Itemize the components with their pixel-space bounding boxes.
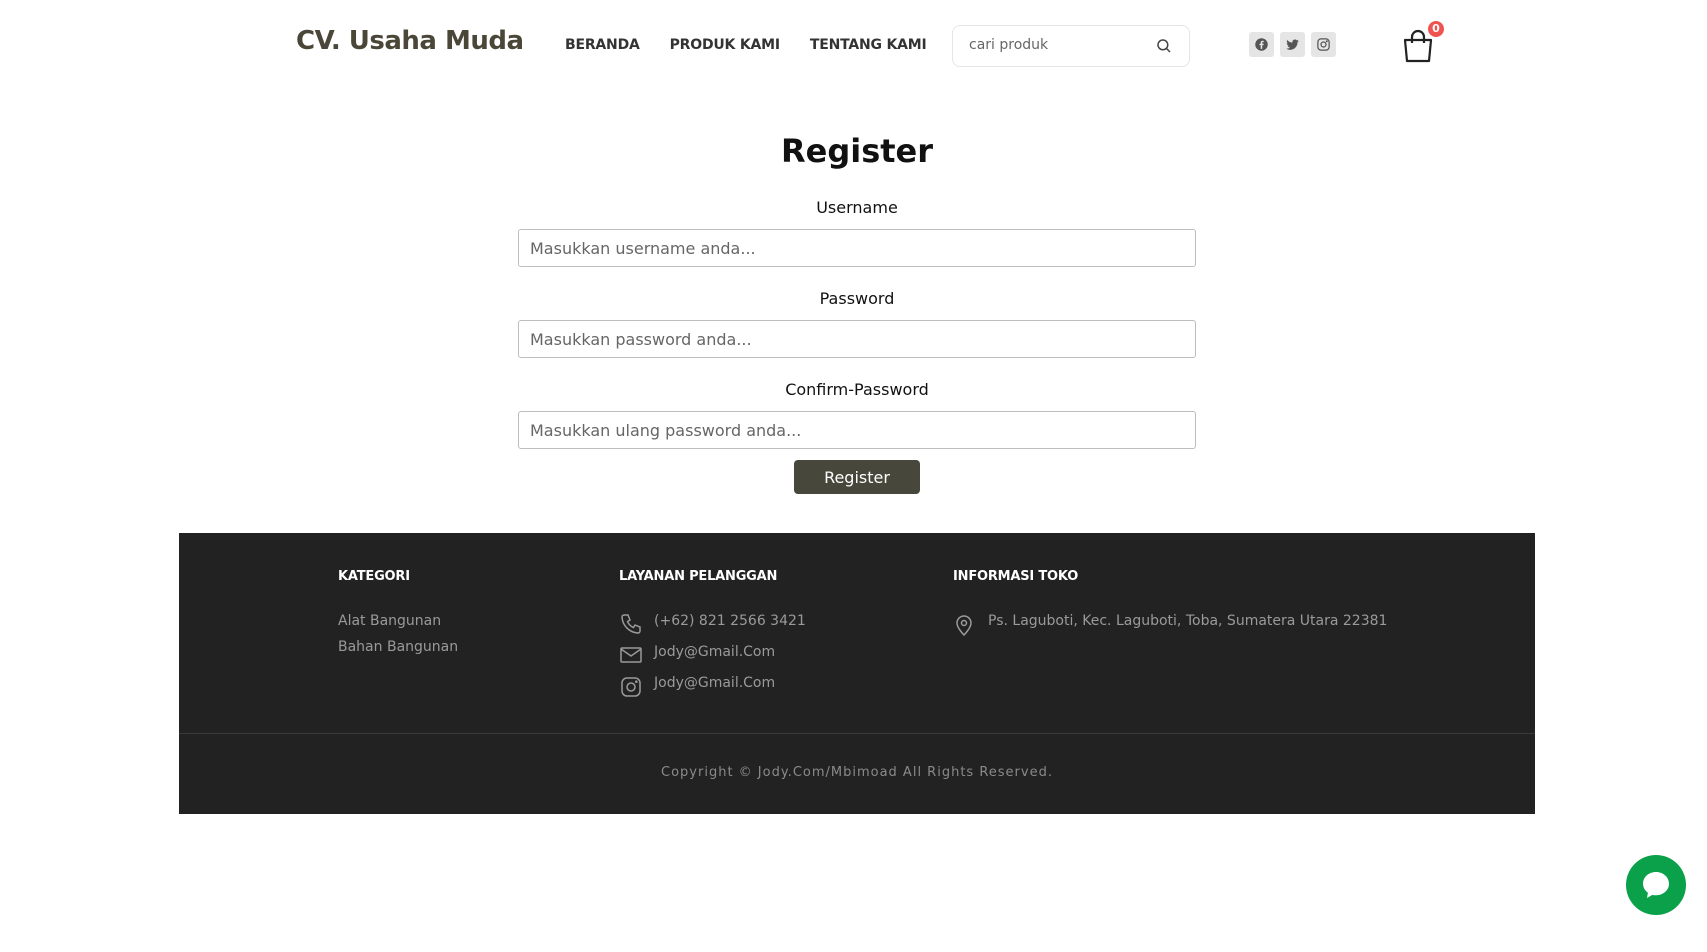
- social-links: [1249, 32, 1342, 57]
- password-label: Password: [819, 289, 895, 308]
- chat-button[interactable]: [1626, 855, 1686, 915]
- search-icon[interactable]: [1155, 37, 1173, 55]
- footer-layanan-title: LAYANAN PELANGGAN: [619, 569, 778, 584]
- footer-phone[interactable]: (+62) 821 2566 3421: [654, 613, 806, 629]
- nav-tentang-kami[interactable]: TENTANG KAMI: [810, 37, 927, 53]
- copyright-text: Copyright © Jody.Com/Mbimoad All Rights …: [661, 765, 1053, 780]
- facebook-link[interactable]: [1249, 32, 1274, 57]
- register-button[interactable]: Register: [794, 460, 920, 494]
- chat-bubble-icon: [1643, 872, 1669, 898]
- footer-link-bahan-bangunan[interactable]: Bahan Bangunan: [338, 639, 458, 655]
- footer-address: Ps. Laguboti, Kec. Laguboti, Toba, Sumat…: [988, 613, 1388, 629]
- username-field[interactable]: [518, 229, 1196, 267]
- confirm-password-field[interactable]: [518, 411, 1196, 449]
- brand-logo[interactable]: CV. Usaha Muda: [296, 26, 524, 56]
- instagram-icon: [1317, 38, 1330, 51]
- location-pin-icon: [956, 615, 972, 637]
- confirm-password-label: Confirm-Password: [785, 380, 929, 399]
- page-title: Register: [780, 132, 934, 170]
- footer-link-alat-bangunan[interactable]: Alat Bangunan: [338, 613, 441, 629]
- nav-produk-kami[interactable]: PRODUK KAMI: [670, 37, 780, 53]
- instagram-link[interactable]: [1311, 32, 1336, 57]
- twitter-link[interactable]: [1280, 32, 1305, 57]
- cart-count-badge: 0: [1428, 21, 1444, 37]
- instagram-icon: [621, 677, 641, 697]
- mail-icon: [620, 647, 642, 663]
- search-input[interactable]: [967, 36, 1151, 54]
- phone-icon: [621, 614, 641, 634]
- facebook-icon: [1255, 38, 1268, 51]
- footer-instagram[interactable]: Jody@Gmail.Com: [654, 675, 775, 691]
- username-label: Username: [816, 198, 898, 217]
- footer-informasi-title: INFORMASI TOKO: [953, 569, 1079, 584]
- nav-beranda[interactable]: BERANDA: [565, 37, 640, 53]
- footer-email[interactable]: Jody@Gmail.Com: [654, 644, 775, 660]
- main-nav: BERANDA PRODUK KAMI TENTANG KAMI: [565, 37, 957, 53]
- footer-divider: [179, 733, 1535, 734]
- twitter-icon: [1286, 39, 1299, 50]
- site-footer: KATEGORI Alat Bangunan Bahan Bangunan LA…: [179, 533, 1535, 814]
- search-box: [952, 25, 1190, 67]
- footer-kategori-title: KATEGORI: [338, 569, 410, 584]
- password-field[interactable]: [518, 320, 1196, 358]
